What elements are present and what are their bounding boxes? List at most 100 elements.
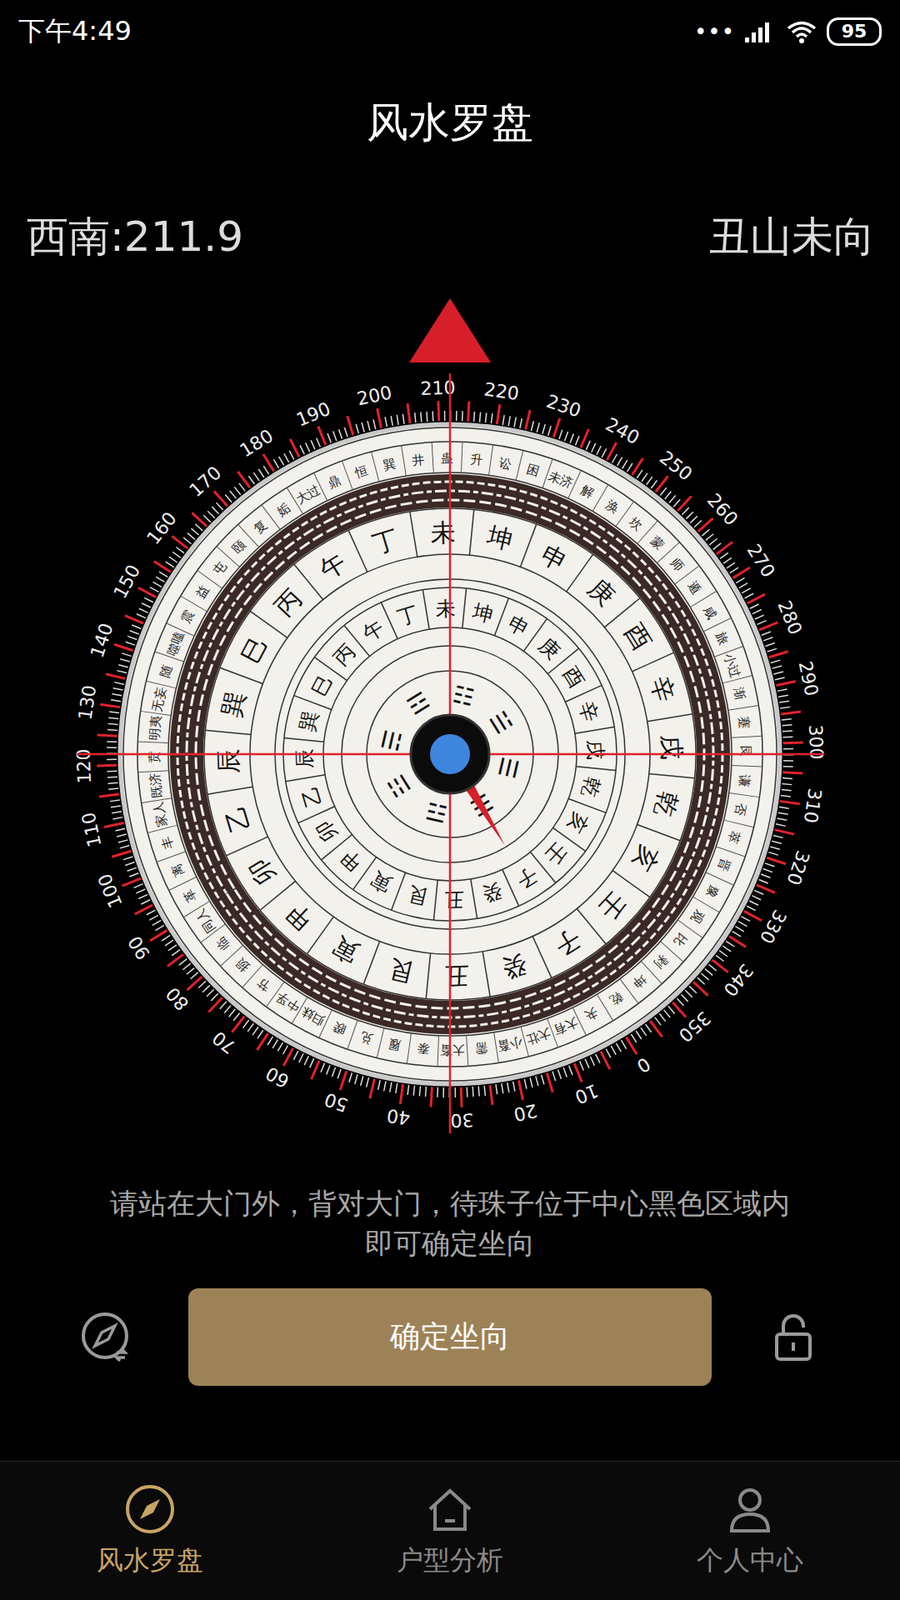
tick <box>782 735 793 738</box>
tick <box>615 1043 621 1052</box>
tick <box>783 740 804 745</box>
mountain-inner-label: 坤 <box>470 599 496 627</box>
luopan-compass[interactable]: 0102030405060708090100110120130140150160… <box>0 266 900 1167</box>
degree-label: 190 <box>293 398 334 431</box>
hexagram-divider <box>341 460 353 490</box>
degree-label: 230 <box>544 390 585 422</box>
tick <box>769 651 789 658</box>
tick <box>468 401 470 422</box>
person-icon <box>723 1482 777 1536</box>
tick <box>770 660 781 663</box>
hexagram-divider <box>376 1028 385 1059</box>
tick <box>420 412 422 423</box>
tick <box>502 415 505 425</box>
direction-reading: 西南:211.9 <box>26 209 244 265</box>
nav-item[interactable]: 个人中心 <box>641 1482 859 1580</box>
tick <box>318 426 326 445</box>
mountain-inner-label: 亥 <box>562 808 593 837</box>
mountain-inner-label: 申 <box>504 611 533 642</box>
tick <box>208 997 222 1013</box>
nav-label: 风水罗盘 <box>96 1542 204 1580</box>
tick <box>360 1075 364 1086</box>
hexagram-divider <box>731 765 763 766</box>
tick <box>745 593 755 599</box>
tick <box>136 614 146 619</box>
hexagram-label: 井 <box>411 451 426 469</box>
hexagram-divider <box>542 459 553 489</box>
tick <box>781 719 792 720</box>
hexagram-label: 既济 <box>146 772 165 800</box>
tick <box>125 615 144 624</box>
tick <box>159 571 168 577</box>
hexagram-label: 观 <box>687 906 707 925</box>
tick <box>425 411 428 422</box>
tick <box>191 528 200 535</box>
tick <box>673 499 680 507</box>
mountain-divider <box>576 908 606 945</box>
mountain-divider <box>294 564 324 600</box>
tick <box>190 972 199 980</box>
degree-label: 350 <box>675 1007 715 1047</box>
tick <box>715 955 725 961</box>
tick <box>735 577 745 583</box>
tick <box>712 960 729 973</box>
hexagram-divider <box>140 710 172 715</box>
calibrate-compass-icon[interactable] <box>76 1307 137 1368</box>
hexagram-divider <box>347 1020 358 1050</box>
hexagram-label: 睽 <box>330 1019 349 1038</box>
nav-item[interactable]: 户型分析 <box>341 1482 559 1580</box>
tick <box>690 515 698 523</box>
hexagram-label: 无妄 <box>150 685 170 714</box>
trigram-label: ☲ <box>402 686 435 721</box>
degree-label: 110 <box>77 810 105 850</box>
tick <box>765 643 775 647</box>
tick <box>150 930 167 941</box>
status-dots: ••• <box>694 19 735 45</box>
tick <box>165 940 174 946</box>
tick <box>739 583 748 589</box>
mountain-divider <box>306 916 334 955</box>
tick <box>310 440 315 450</box>
tick <box>326 1065 330 1075</box>
mountain-divider <box>482 951 490 997</box>
compass-icon <box>123 1482 177 1536</box>
mountain-inner-label: 丑 <box>444 887 465 912</box>
tick <box>558 1069 562 1079</box>
tick <box>585 440 590 450</box>
tick <box>237 471 250 488</box>
mountain-divider <box>604 598 640 628</box>
tick <box>783 748 794 750</box>
unlocked-icon[interactable] <box>763 1307 824 1368</box>
tick <box>430 1086 432 1107</box>
hexagram-label: 涣 <box>602 496 621 516</box>
tick <box>233 1012 240 1020</box>
tick <box>750 604 760 609</box>
hexagram-divider <box>371 451 380 482</box>
tick <box>756 885 775 893</box>
hexagram-label: 贲 <box>146 750 162 764</box>
tick <box>216 502 224 510</box>
tick <box>513 1081 515 1092</box>
tick <box>713 543 721 550</box>
tick <box>396 415 399 425</box>
hexagram-label: 解 <box>578 482 597 502</box>
hexagram-label: 咸 <box>700 603 720 622</box>
degree-label: 90 <box>124 932 155 964</box>
tick <box>553 418 560 438</box>
tick <box>183 537 191 545</box>
mountain-facing: 丑山未向 <box>708 209 875 265</box>
tick <box>277 1042 283 1051</box>
tick <box>311 1060 320 1080</box>
hexagram-label: 大过 <box>293 481 323 507</box>
tick <box>655 1017 661 1025</box>
nav-item[interactable]: 风水罗盘 <box>41 1482 259 1580</box>
tick <box>620 1040 626 1049</box>
tick <box>355 424 359 435</box>
tick <box>107 775 118 778</box>
degree-label: 30 <box>450 1109 475 1131</box>
tick <box>377 408 382 428</box>
confirm-orientation-button[interactable]: 确定坐向 <box>188 1288 712 1386</box>
degree-label: 280 <box>773 597 806 638</box>
level-bead <box>430 734 470 775</box>
hexagram-label: 小过 <box>721 651 744 680</box>
